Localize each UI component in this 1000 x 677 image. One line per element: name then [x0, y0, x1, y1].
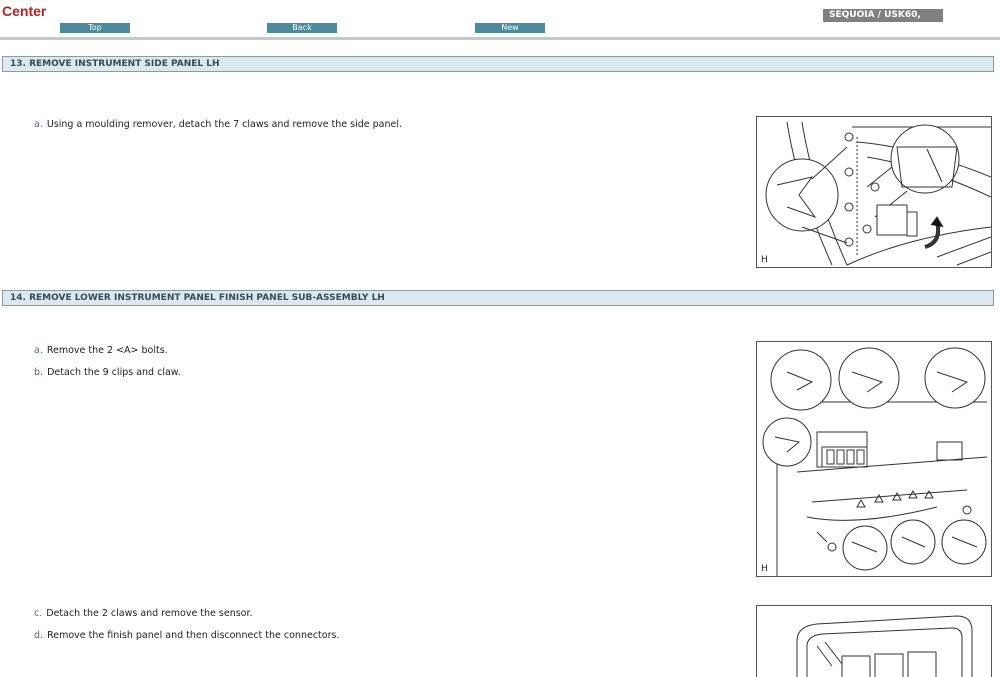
- figure-label: H: [761, 255, 768, 265]
- model-badge: SEQUOIA / USK60,: [823, 9, 943, 22]
- sensor-panel-illustration: [796, 615, 973, 677]
- step-13a: a. Using a moulding remover, detach the 7…: [34, 119, 402, 130]
- figure-sensor-panel: [756, 605, 992, 677]
- side-panel-illustration: [765, 121, 991, 266]
- step-label: c.: [34, 608, 43, 619]
- finish-panel-illustration: [762, 347, 988, 576]
- step-14c: c. Detach the 2 claws and remove the sens…: [34, 608, 253, 619]
- step-label: d.: [34, 630, 44, 641]
- figure-side-panel: H: [756, 116, 992, 268]
- header-divider: [0, 37, 1000, 40]
- step-text: Remove the 2 <A> bolts.: [46, 345, 168, 356]
- figure-finish-panel: H: [756, 341, 992, 577]
- figure-label: H: [761, 564, 768, 574]
- back-button[interactable]: Back: [267, 23, 337, 33]
- step-text: Detach the 9 clips and claw.: [47, 367, 181, 378]
- new-button[interactable]: New: [475, 23, 545, 33]
- step-text: Remove the finish panel and then disconn…: [47, 630, 340, 641]
- step-14b: b. Detach the 9 clips and claw.: [34, 367, 181, 378]
- page-title: Center: [2, 3, 47, 19]
- step-text: Using a moulding remover, detach the 7 c…: [46, 119, 403, 130]
- top-button[interactable]: Top: [60, 23, 130, 33]
- step-14a: a. Remove the 2 <A> bolts.: [34, 345, 168, 356]
- section-heading-14: 14. REMOVE LOWER INSTRUMENT PANEL FINISH…: [2, 290, 994, 306]
- step-14d: d. Remove the finish panel and then disco…: [34, 630, 339, 641]
- step-label: b.: [34, 367, 44, 378]
- section-heading-13: 13. REMOVE INSTRUMENT SIDE PANEL LH: [2, 56, 994, 72]
- step-label: a.: [34, 119, 43, 130]
- step-text: Detach the 2 claws and remove the sensor…: [46, 608, 253, 619]
- step-label: a.: [34, 345, 43, 356]
